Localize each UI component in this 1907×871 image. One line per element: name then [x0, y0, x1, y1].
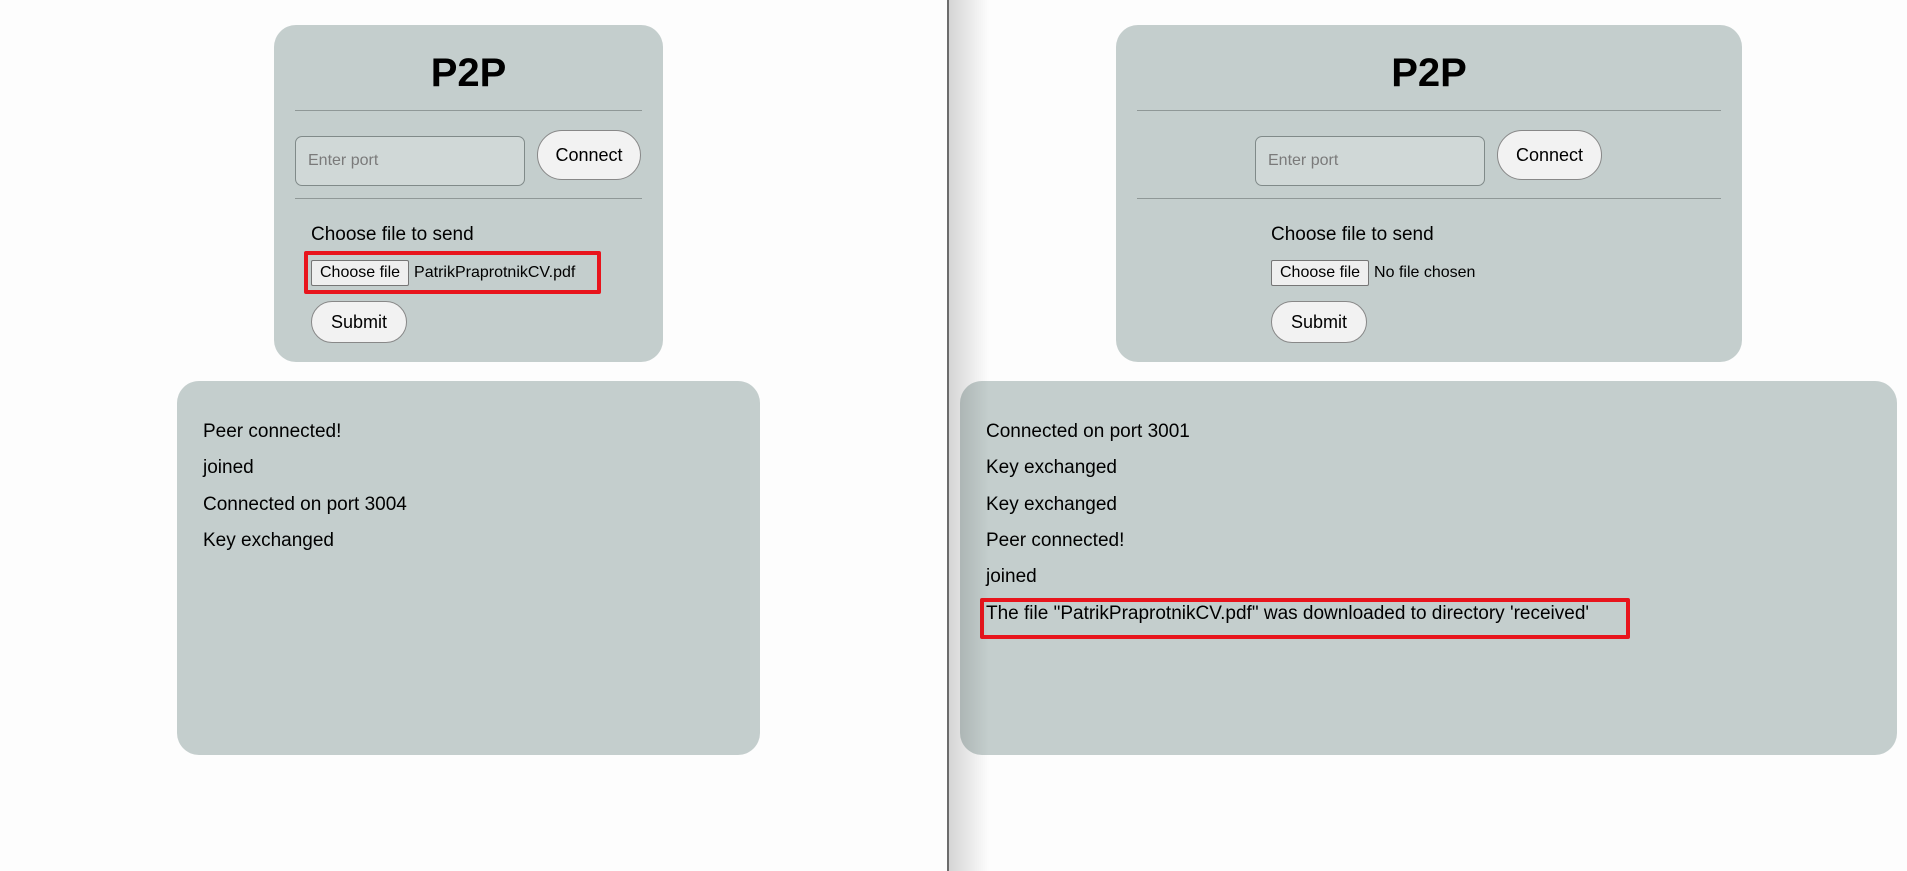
log-line: The file "PatrikPraprotnikCV.pdf" was do… [986, 603, 1590, 624]
log-line: Key exchanged [203, 530, 334, 551]
app-title: P2P [1391, 51, 1467, 95]
port-input[interactable] [1255, 136, 1485, 186]
submit-button[interactable]: Submit [311, 301, 407, 343]
log-line: Peer connected! [986, 530, 1125, 551]
log-line: Key exchanged [986, 457, 1117, 478]
divider-top [295, 110, 642, 111]
log-line: Peer connected! [203, 421, 342, 442]
log-card: Peer connected! joined Connected on port… [177, 381, 760, 755]
left-pane: P2P Connect Choose file to send Choose f… [0, 0, 947, 871]
submit-button[interactable]: Submit [1271, 301, 1367, 343]
port-input[interactable] [295, 136, 525, 186]
log-card: Connected on port 3001 Key exchanged Key… [960, 381, 1897, 755]
right-pane: P2P Connect Choose file to send Choose f… [950, 0, 1907, 871]
log-line: joined [203, 457, 254, 478]
app-title: P2P [430, 51, 507, 95]
log-line: Connected on port 3004 [203, 494, 407, 515]
log-line: Connected on port 3001 [986, 421, 1190, 442]
file-label: Choose file to send [311, 224, 474, 245]
divider-top [1137, 110, 1721, 111]
control-card: P2P Connect Choose file to send Choose f… [1116, 25, 1742, 362]
file-label: Choose file to send [1271, 224, 1434, 245]
log-line: joined [986, 566, 1037, 587]
selected-file-name: No file chosen [1374, 264, 1476, 281]
choose-file-button[interactable]: Choose file [311, 260, 410, 286]
divider-bottom [295, 198, 642, 199]
selected-file-name: PatrikPraprotnikCV.pdf [414, 264, 576, 281]
choose-file-button[interactable]: Choose file [1271, 260, 1370, 286]
file-input[interactable]: Choose file No file chosen [1271, 260, 1475, 286]
connect-button[interactable]: Connect [537, 130, 641, 180]
control-card: P2P Connect Choose file to send Choose f… [274, 25, 663, 362]
file-input[interactable]: Choose file PatrikPraprotnikCV.pdf [311, 260, 575, 286]
divider-bottom [1137, 198, 1721, 199]
log-line: Key exchanged [986, 494, 1117, 515]
connect-button[interactable]: Connect [1497, 130, 1602, 180]
window-divider [947, 0, 949, 871]
